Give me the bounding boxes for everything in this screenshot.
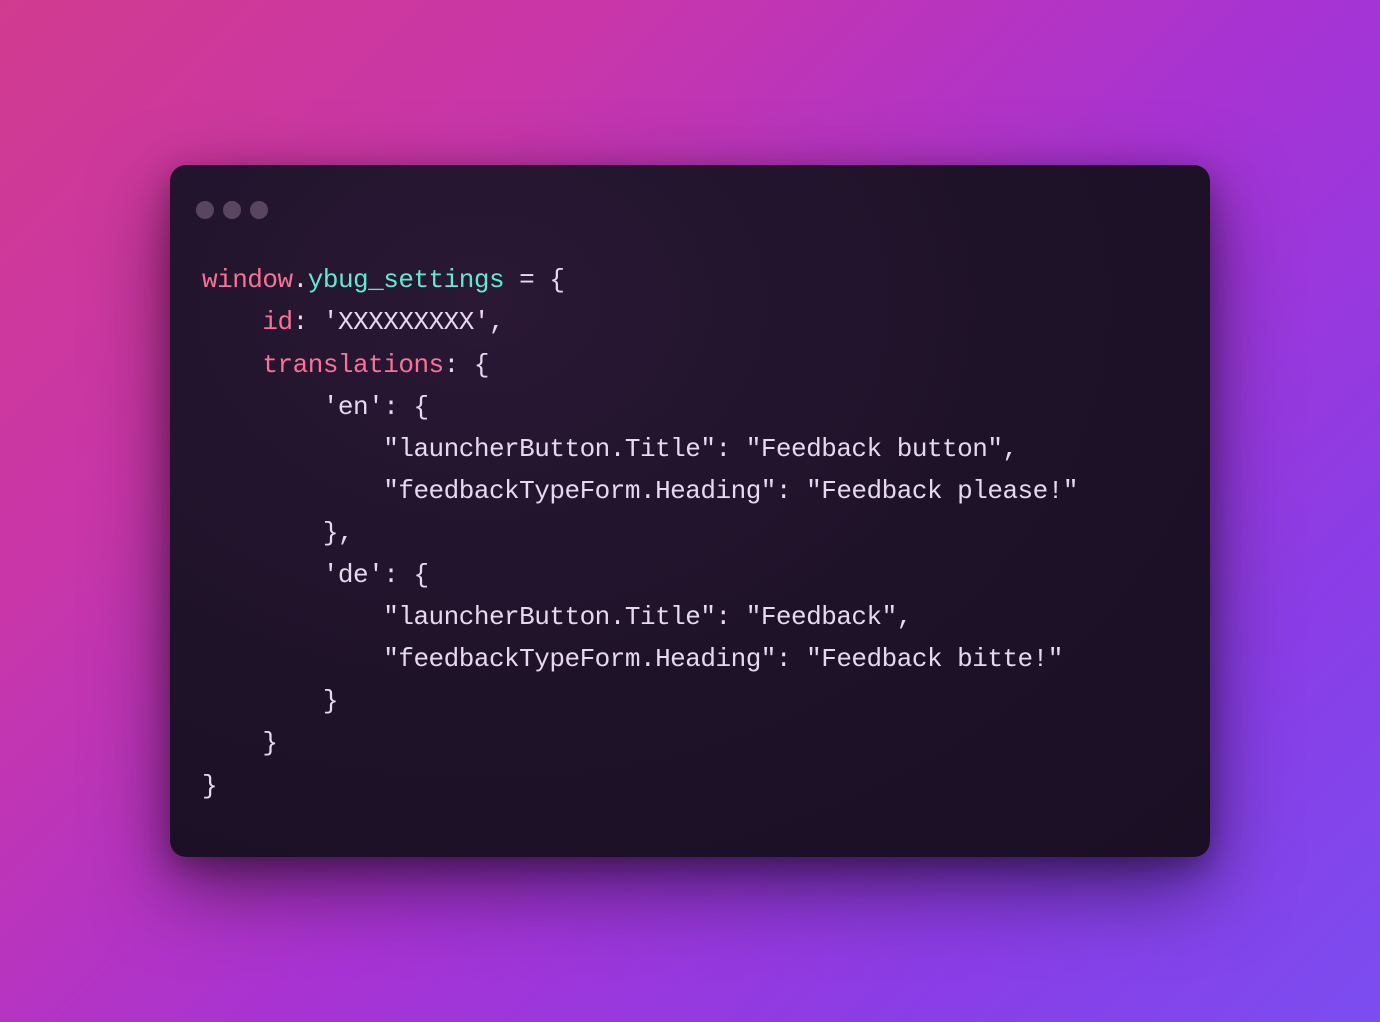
token-string: "Feedback" — [746, 602, 897, 632]
token-brace: } — [323, 518, 338, 548]
token-string: "launcherButton.Title" — [383, 434, 715, 464]
token-indent — [202, 728, 262, 758]
token-string: "feedbackTypeForm.Heading" — [383, 476, 776, 506]
token-indent — [202, 560, 323, 590]
token-indent — [202, 392, 323, 422]
token-string: 'de' — [323, 560, 383, 590]
token-operator: = — [504, 265, 549, 295]
window-control-maximize[interactable] — [250, 201, 268, 219]
token-comma: , — [1002, 434, 1017, 464]
token-punct: . — [293, 265, 308, 295]
token-indent — [202, 307, 262, 337]
token-brace: { — [474, 350, 489, 380]
window-control-minimize[interactable] — [223, 201, 241, 219]
token-indent — [202, 476, 383, 506]
code-block[interactable]: window.ybug_settings = { id: 'XXXXXXXXX'… — [202, 259, 1178, 806]
token-brace: { — [413, 560, 428, 590]
token-brace: } — [202, 771, 217, 801]
token-string: 'XXXXXXXXX' — [323, 307, 489, 337]
token-indent — [202, 518, 323, 548]
token-colon: : — [383, 560, 413, 590]
token-string: "launcherButton.Title" — [383, 602, 715, 632]
token-brace: { — [549, 265, 564, 295]
token-colon: : — [293, 307, 323, 337]
token-colon: : — [716, 434, 746, 464]
token-colon: : — [776, 476, 806, 506]
token-indent — [202, 350, 262, 380]
token-indent — [202, 434, 383, 464]
token-colon: : — [383, 392, 413, 422]
token-brace: { — [413, 392, 428, 422]
token-indent — [202, 602, 383, 632]
token-comma: , — [897, 602, 912, 632]
token-property: translations — [262, 350, 443, 380]
token-indent — [202, 644, 383, 674]
token-string: "Feedback button" — [746, 434, 1003, 464]
window-control-close[interactable] — [196, 201, 214, 219]
token-property: id — [262, 307, 292, 337]
token-brace: } — [323, 686, 338, 716]
token-colon: : — [716, 602, 746, 632]
token-colon: : — [776, 644, 806, 674]
token-string: "feedbackTypeForm.Heading" — [383, 644, 776, 674]
token-indent — [202, 686, 323, 716]
code-window: window.ybug_settings = { id: 'XXXXXXXXX'… — [170, 165, 1210, 856]
token-comma: , — [489, 307, 504, 337]
token-string: 'en' — [323, 392, 383, 422]
token-string: "Feedback please!" — [806, 476, 1078, 506]
window-controls — [196, 201, 1178, 219]
token-colon: : — [444, 350, 474, 380]
token-identifier: ybug_settings — [308, 265, 504, 295]
token-comma: , — [338, 518, 353, 548]
token-string: "Feedback bitte!" — [806, 644, 1063, 674]
token-brace: } — [262, 728, 277, 758]
token-keyword: window — [202, 265, 293, 295]
